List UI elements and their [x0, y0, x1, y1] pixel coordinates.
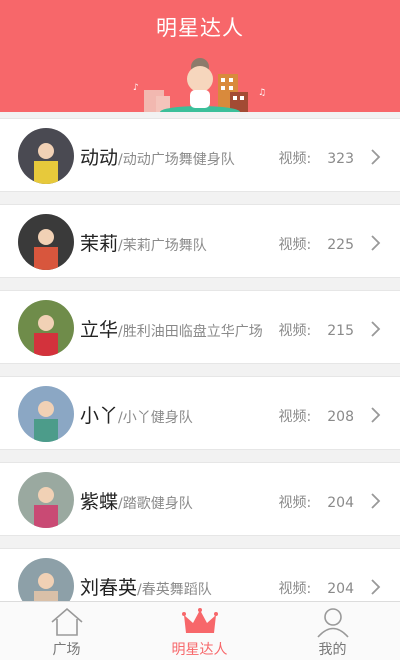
team-name: /小丫健身队 — [118, 410, 193, 426]
star-name: 小丫 — [80, 405, 119, 427]
video-label: 视频: — [278, 237, 312, 253]
team-name: /动动广场舞健身队 — [118, 152, 235, 168]
avatar — [18, 214, 74, 270]
tab-label: 我的 — [318, 642, 347, 658]
avatar — [18, 386, 74, 442]
team-name: /春英舞蹈队 — [137, 582, 212, 598]
star-name: 动动 — [80, 147, 119, 169]
tab-star-talent[interactable]: 明星达人 — [133, 602, 266, 660]
video-count: 204 — [327, 581, 354, 597]
bottom-tab-bar: 广场 明星达人 我的 — [0, 601, 400, 660]
star-name: 茉莉 — [80, 233, 119, 255]
team-name: /胜利油田临盘立华广场 — [118, 324, 263, 340]
tab-square[interactable]: 广场 — [0, 602, 133, 660]
list-item[interactable]: 立华/胜利油田临盘立华广场 视频: 215 — [0, 290, 400, 364]
video-count: 208 — [327, 409, 354, 425]
team-name: /踏歌健身队 — [118, 496, 193, 512]
chevron-right-icon — [371, 235, 381, 251]
crown-icon — [181, 608, 218, 633]
list-item[interactable]: 小丫/小丫健身队 视频: 208 — [0, 376, 400, 450]
video-count: 204 — [327, 495, 354, 511]
avatar — [18, 472, 74, 528]
video-label: 视频: — [278, 409, 312, 425]
tab-mine[interactable]: 我的 — [266, 602, 399, 660]
chevron-right-icon — [371, 149, 381, 165]
chevron-right-icon — [371, 579, 381, 595]
grandma-illustration: ♪ ♫ — [133, 58, 266, 112]
video-count: 215 — [327, 323, 354, 339]
video-label: 视频: — [278, 581, 312, 597]
list-item[interactable]: 茉莉/茉莉广场舞队 视频: 225 — [0, 204, 400, 278]
page-title: 明星达人 — [156, 16, 244, 40]
video-label: 视频: — [278, 323, 312, 339]
avatar — [18, 128, 74, 184]
svg-text:♫: ♫ — [258, 88, 266, 98]
video-count: 225 — [327, 237, 354, 253]
chevron-right-icon — [371, 407, 381, 423]
avatar — [18, 300, 74, 356]
list-item[interactable]: 紫蝶/踏歌健身队 视频: 204 — [0, 462, 400, 536]
video-count: 323 — [327, 151, 354, 167]
person-icon — [316, 608, 349, 638]
list-item[interactable]: 动动/动动广场舞健身队 视频: 323 — [0, 118, 400, 192]
star-name: 刘春英 — [80, 577, 138, 599]
header: 明星达人 ♪ ♫ — [0, 0, 400, 112]
svg-text:♪: ♪ — [133, 83, 139, 93]
tab-label: 广场 — [52, 642, 81, 658]
star-name: 紫蝶 — [80, 491, 119, 513]
chevron-right-icon — [371, 321, 381, 337]
house-icon — [50, 607, 83, 636]
star-name: 立华 — [80, 319, 119, 341]
team-name: /茉莉广场舞队 — [118, 238, 207, 254]
chevron-right-icon — [371, 493, 381, 509]
video-label: 视频: — [278, 495, 312, 511]
tab-label: 明星达人 — [171, 642, 228, 658]
video-label: 视频: — [278, 151, 312, 167]
